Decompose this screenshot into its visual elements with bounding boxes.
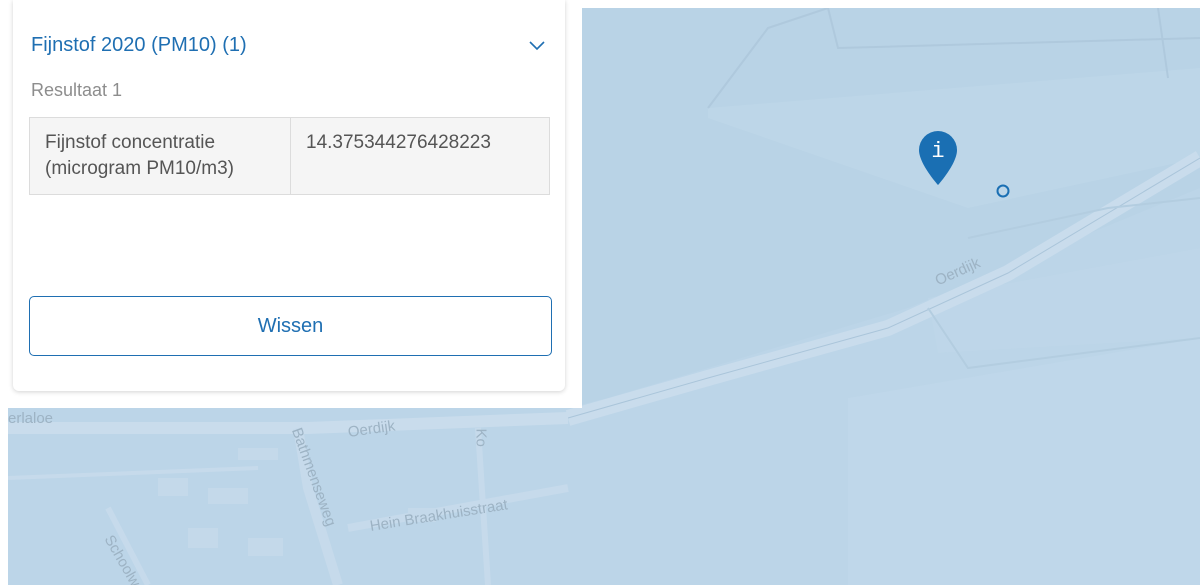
layer-title: Fijnstof 2020 (PM10) (1): [31, 33, 247, 56]
attribute-value: 14.375344276428223: [290, 117, 550, 195]
road-label-partial-ko: Ko: [472, 428, 490, 447]
result-label: Resultaat 1: [31, 80, 123, 100]
layer-header[interactable]: Fijnstof 2020 (PM10) (1): [31, 30, 547, 60]
info-marker-icon[interactable]: i: [917, 128, 959, 186]
clear-button[interactable]: Wissen: [29, 296, 552, 356]
marker-label: i: [931, 139, 944, 164]
location-ring-icon: [996, 184, 1010, 198]
attribute-table: Fijnstof concentratie (microgram PM10/m3…: [29, 117, 550, 195]
result-card: Fijnstof 2020 (PM10) (1) Resultaat 1 Fij…: [13, 0, 565, 391]
attribute-key: Fijnstof concentratie (microgram PM10/m3…: [29, 117, 291, 195]
road-label-partial-west: erlaloe: [8, 410, 54, 427]
identify-panel: Fijnstof 2020 (PM10) (1) Resultaat 1 Fij…: [8, 0, 582, 408]
table-row: Fijnstof concentratie (microgram PM10/m3…: [29, 117, 550, 195]
chevron-down-icon[interactable]: [527, 38, 547, 52]
